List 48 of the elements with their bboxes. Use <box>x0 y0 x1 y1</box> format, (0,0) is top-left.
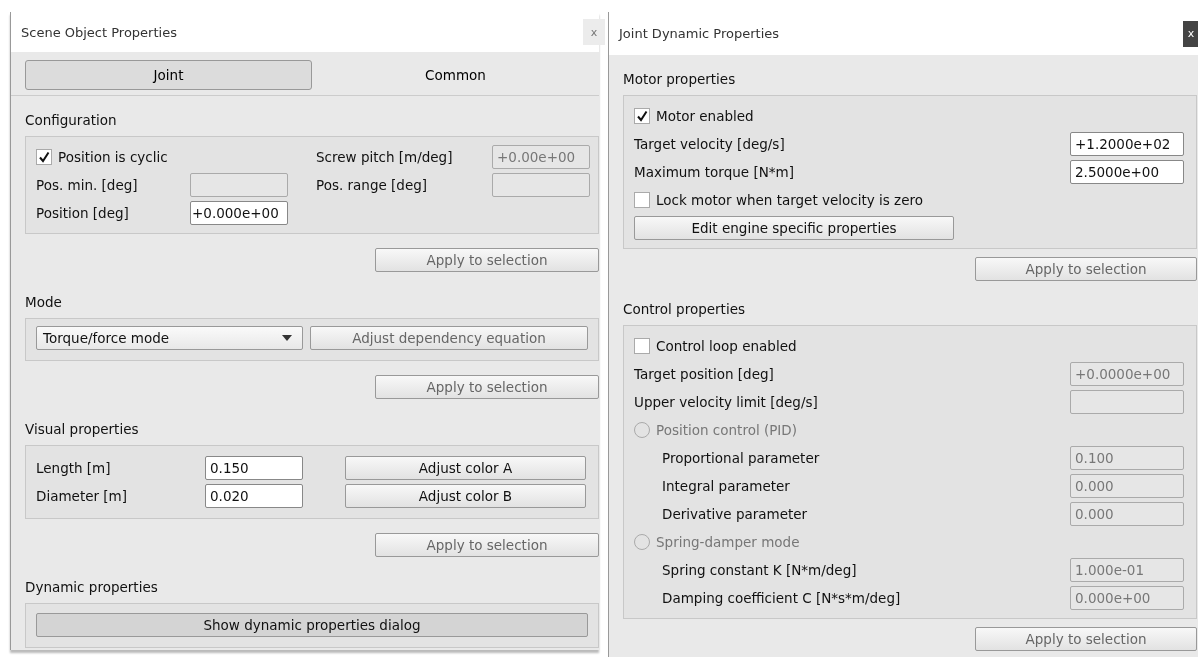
radio-label: Position control (PID) <box>656 422 797 438</box>
checkbox[interactable] <box>36 149 52 165</box>
close-button[interactable]: x <box>1183 20 1198 47</box>
checkbox[interactable] <box>634 192 650 208</box>
radio-label: Spring-damper mode <box>656 534 800 550</box>
field-label: Upper velocity limit [deg/s] <box>634 394 818 410</box>
field-label: Damping coefficient C [N*s*m/deg] <box>662 590 901 606</box>
close-button[interactable]: x <box>583 19 605 45</box>
checkbox[interactable] <box>634 108 650 124</box>
section-heading: Dynamic properties <box>25 578 158 597</box>
mode-dropdown[interactable]: Torque/force mode <box>36 326 303 350</box>
input-field[interactable]: +0.000e+00 <box>190 201 288 225</box>
section-heading: Motor properties <box>623 70 736 89</box>
field-label: Position [deg] <box>36 205 130 221</box>
section-heading: Mode <box>25 293 62 312</box>
field-label: Maximum torque [N*m] <box>634 164 794 180</box>
input-field[interactable]: 0.150 <box>205 456 303 480</box>
checkbox-label: Position is cyclic <box>58 149 168 165</box>
input-field[interactable]: 0.020 <box>205 484 303 508</box>
input-field[interactable]: 2.5000e+00 <box>1070 160 1184 184</box>
field-label: Pos. range [deg] <box>316 177 429 193</box>
window-title: Joint Dynamic Properties <box>619 26 780 41</box>
field-label: Diameter [m] <box>36 488 128 504</box>
engine-properties-button[interactable]: Edit engine specific properties <box>634 216 954 240</box>
checkbox-label: Lock motor when target velocity is zero <box>656 192 923 208</box>
field-label: Pos. min. [deg] <box>36 177 139 193</box>
section-heading: Control properties <box>623 300 745 319</box>
field-label: Length [m] <box>36 460 112 476</box>
caret-icon <box>282 335 292 341</box>
dynamics-dialog-button[interactable]: Show dynamic properties dialog <box>36 613 588 637</box>
checkbox[interactable] <box>634 338 650 354</box>
color-button[interactable]: Adjust color B <box>345 484 586 508</box>
field-label: Proportional parameter <box>662 450 820 466</box>
checkbox-label: Motor enabled <box>656 108 754 124</box>
input-field[interactable]: +1.2000e+02 <box>1070 132 1184 156</box>
section-heading: Visual properties <box>25 420 139 439</box>
tab[interactable]: Joint <box>25 60 312 90</box>
tab[interactable]: Common <box>312 60 599 90</box>
window-title: Scene Object Properties <box>21 24 177 40</box>
field-label: Derivative parameter <box>662 506 808 522</box>
field-label: Target velocity [deg/s] <box>634 136 785 152</box>
field-label: Screw pitch [m/deg] <box>316 149 454 165</box>
checkbox-label: Control loop enabled <box>656 338 797 354</box>
section-heading: Configuration <box>25 111 117 130</box>
field-label: Integral parameter <box>662 478 790 494</box>
field-label: Target position [deg] <box>634 366 774 382</box>
color-button[interactable]: Adjust color A <box>345 456 586 480</box>
field-label: Spring constant K [N*m/deg] <box>662 562 857 578</box>
